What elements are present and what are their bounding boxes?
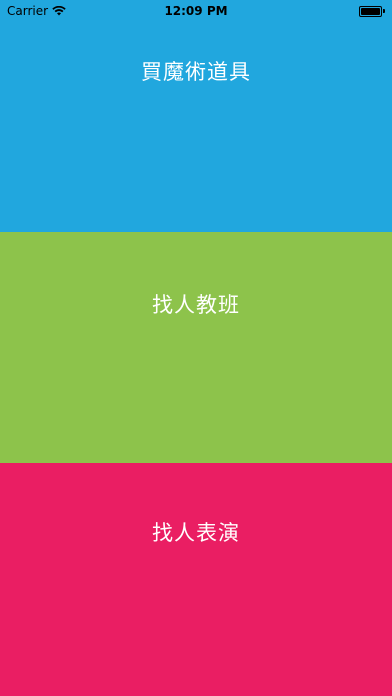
status-bar: Carrier 12:09 PM — [0, 0, 392, 22]
battery-icon — [359, 5, 385, 17]
battery-fill — [361, 7, 380, 15]
find-performer-button[interactable]: 找人表演 — [0, 463, 392, 696]
battery-body — [359, 5, 382, 17]
battery-tip — [383, 9, 385, 13]
find-teacher-class-button[interactable]: 找人教班 — [0, 232, 392, 463]
find-teacher-class-label: 找人教班 — [152, 293, 240, 317]
status-left: Carrier — [7, 4, 66, 18]
find-performer-label: 找人表演 — [152, 521, 240, 545]
buy-magic-props-button[interactable]: 買魔術道具 — [0, 0, 392, 232]
wifi-icon — [52, 6, 66, 16]
carrier-label: Carrier — [7, 4, 49, 18]
buy-magic-props-label: 買魔術道具 — [141, 60, 251, 84]
